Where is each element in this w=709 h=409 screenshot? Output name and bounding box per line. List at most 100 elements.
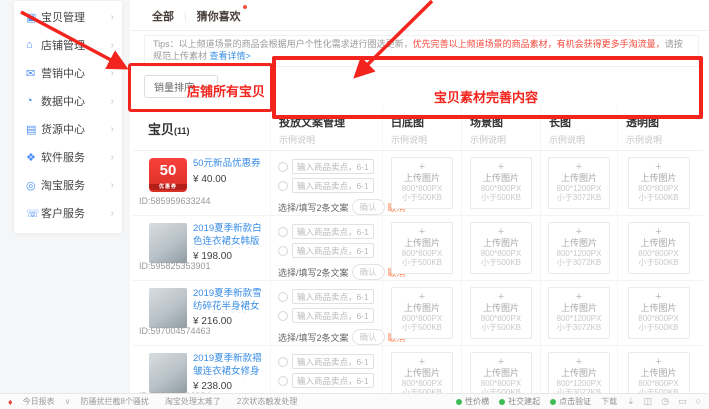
selling-point-input[interactable] bbox=[292, 178, 374, 193]
upload-image-button[interactable]: +上传图片800*800PX小于500KB bbox=[470, 287, 532, 339]
sidebar-item-8[interactable]: ☏客户服务› bbox=[14, 199, 122, 227]
download-label[interactable]: 下载 bbox=[601, 396, 617, 407]
copy-footer-label: 选择/填写2条文案 bbox=[278, 266, 349, 279]
view-details-link[interactable]: 查看详情> bbox=[210, 51, 251, 61]
selling-point-input[interactable] bbox=[292, 289, 374, 304]
toolbar-icon[interactable]: ▭ bbox=[678, 396, 687, 407]
checkbox[interactable] bbox=[278, 357, 288, 367]
upload-image-button[interactable]: +上传图片800*800PX小于500KB bbox=[628, 157, 690, 209]
plus-icon: + bbox=[471, 226, 531, 238]
upload-spec-limit: 小于500KB bbox=[392, 258, 452, 267]
upload-spec-size: 800*800PX bbox=[392, 379, 452, 388]
checkbox[interactable] bbox=[278, 162, 288, 172]
selling-point-input[interactable] bbox=[292, 224, 374, 239]
sidebar-item-7[interactable]: ◎淘宝服务› bbox=[14, 171, 122, 199]
upload-image-button[interactable]: +上传图片800*800PX小于500KB bbox=[391, 287, 453, 339]
upload-label: 上传图片 bbox=[392, 303, 452, 314]
selling-point-input[interactable] bbox=[292, 308, 374, 323]
upload-label: 上传图片 bbox=[471, 173, 531, 184]
checkbox[interactable] bbox=[278, 292, 288, 302]
upload-spec-size: 800*1200PX bbox=[549, 314, 609, 323]
sidebar-item-4[interactable]: ◔数据中心› bbox=[14, 87, 122, 115]
selling-point-input[interactable] bbox=[292, 243, 374, 258]
upload-image-button[interactable]: +上传图片800*1200PX小于3072KB bbox=[548, 287, 610, 339]
sidebar-item-2[interactable]: ⌂店铺管理› bbox=[14, 31, 122, 59]
product-cell: 2019夏季新款雪纺碎花半身裙女中长款韩版白¥ 216.00ID:5970045… bbox=[133, 281, 270, 345]
upload-image-button[interactable]: +上传图片800*800PX小于500KB bbox=[470, 222, 532, 274]
upload-label: 上传图片 bbox=[471, 303, 531, 314]
upload-label: 上传图片 bbox=[392, 368, 452, 379]
chevron-right-icon: › bbox=[111, 208, 114, 219]
upload-spec-limit: 小于500KB bbox=[629, 193, 689, 202]
plus-icon: + bbox=[471, 161, 531, 173]
statusbar-plugin-badge[interactable]: 性价横 bbox=[456, 396, 489, 407]
header-column-title: 长图 bbox=[549, 114, 617, 130]
confirm-button[interactable]: 确认 bbox=[352, 329, 385, 345]
checkbox[interactable] bbox=[278, 246, 288, 256]
upload-cell: +上传图片800*1200PX小于3072KB bbox=[540, 216, 617, 280]
upload-image-button[interactable]: +上传图片800*800PX小于500KB bbox=[628, 287, 690, 339]
confirm-button[interactable]: 确认 bbox=[352, 264, 385, 280]
confirm-button[interactable]: 确认 bbox=[352, 199, 385, 215]
upload-spec-size: 800*800PX bbox=[392, 184, 452, 193]
checkbox[interactable] bbox=[278, 181, 288, 191]
selling-point-input[interactable] bbox=[292, 354, 374, 369]
header-column-title: 场景图 bbox=[470, 114, 540, 130]
sidebar-item-5[interactable]: ▤货源中心› bbox=[14, 115, 122, 143]
statusbar-plugin-badge[interactable]: 点击验证 bbox=[550, 396, 591, 407]
checkbox[interactable] bbox=[278, 311, 288, 321]
checkbox[interactable] bbox=[278, 227, 288, 237]
upload-image-button[interactable]: +上传图片800*1200PX小于3072KB bbox=[548, 157, 610, 209]
checkbox[interactable] bbox=[278, 376, 288, 386]
upload-label: 上传图片 bbox=[629, 303, 689, 314]
product-photo bbox=[149, 223, 187, 263]
toolbar-icon[interactable]: ◷ bbox=[661, 396, 669, 407]
upload-image-button[interactable]: +上传图片800*800PX小于500KB bbox=[391, 157, 453, 209]
statusbar-left-label[interactable]: 今日报表 bbox=[23, 396, 55, 407]
sidebar: ▣宝贝管理›⌂店铺管理›✉营销中心›◔数据中心›▤货源中心›❖软件服务›◎淘宝服… bbox=[13, 0, 123, 234]
sort-dropdown[interactable]: 销量排序 ∨ bbox=[144, 75, 218, 98]
upload-image-button[interactable]: +上传图片800*800PX小于500KB bbox=[391, 222, 453, 274]
product-title-link[interactable]: 2019夏季新款褶皱连衣裙女修身显瘦小众网红 bbox=[193, 353, 266, 378]
product-cell: 50优惠券50元新品优惠券¥ 40.00ID:585959633244 bbox=[133, 151, 270, 215]
copy-cell: 选择/填写2条文案确认取消 bbox=[270, 151, 382, 215]
chevron-down-icon[interactable]: ∨ bbox=[65, 397, 71, 406]
badge-label: 社交建起 bbox=[508, 396, 540, 407]
tab-guess-you-like[interactable]: 猜你喜欢 bbox=[197, 8, 241, 24]
product-title-link[interactable]: 2019夏季新款白色连衣裙女韩版短袖T恤中长款 bbox=[193, 223, 266, 248]
toolbar-icon[interactable]: ◫ bbox=[644, 396, 653, 407]
tab-all[interactable]: 全部 bbox=[152, 8, 174, 24]
upload-spec-size: 800*800PX bbox=[629, 314, 689, 323]
header-column-sub: 示例说明 bbox=[279, 133, 382, 146]
green-dot-icon bbox=[550, 399, 556, 405]
selling-point-input[interactable] bbox=[292, 373, 374, 388]
sidebar-item-label: 营销中心 bbox=[41, 65, 111, 81]
product-title-link[interactable]: 50元新品优惠券 bbox=[193, 158, 266, 170]
coupon-value: 50 bbox=[149, 158, 187, 184]
browser-statusbar: ♦ 今日报表 ∨ 防骚扰拦截8个骚扰淘宝处理太难了2次状态触发处理 性价横社交建… bbox=[0, 393, 709, 409]
sidebar-item-1[interactable]: ▣宝贝管理› bbox=[14, 3, 122, 31]
toolbar-icon[interactable]: ⇣ bbox=[627, 396, 635, 407]
header-column-1: 投放文案管理示例说明 bbox=[270, 105, 382, 150]
upload-image-button[interactable]: +上传图片800*800PX小于500KB bbox=[470, 157, 532, 209]
header-column-3: 场景图示例说明 bbox=[461, 105, 540, 150]
upload-spec-limit: 小于500KB bbox=[392, 193, 452, 202]
sidebar-item-6[interactable]: ❖软件服务› bbox=[14, 143, 122, 171]
header-column-sub: 示例说明 bbox=[470, 133, 540, 146]
upload-spec-size: 800*800PX bbox=[392, 314, 452, 323]
toolbar-icon[interactable]: ○ bbox=[696, 396, 701, 407]
copy-input-row bbox=[278, 224, 378, 239]
selling-point-input[interactable] bbox=[292, 159, 374, 174]
statusbar-plugin-badge[interactable]: 社交建起 bbox=[499, 396, 540, 407]
sidebar-item-3[interactable]: ✉营销中心› bbox=[14, 59, 122, 87]
marketing-center-icon: ✉ bbox=[26, 67, 41, 80]
upload-image-button[interactable]: +上传图片800*1200PX小于3072KB bbox=[548, 222, 610, 274]
upload-image-button[interactable]: +上传图片800*800PX小于500KB bbox=[628, 222, 690, 274]
upload-cell: +上传图片800*800PX小于500KB bbox=[617, 281, 699, 345]
ticker-item: 淘宝处理太难了 bbox=[165, 396, 221, 407]
product-id: ID:595825353901 bbox=[139, 261, 211, 271]
product-cell: 2019夏季新款白色连衣裙女韩版短袖T恤中长款¥ 198.00ID:595825… bbox=[133, 216, 270, 280]
product-title-link[interactable]: 2019夏季新款雪纺碎花半身裙女中长款韩版白 bbox=[193, 288, 266, 313]
statusbar-right: 性价横 社交建起点击验证下载 ⇣ ◫ ◷ ▭ ○ bbox=[456, 396, 701, 407]
badge-label: 性价横 bbox=[465, 396, 489, 407]
